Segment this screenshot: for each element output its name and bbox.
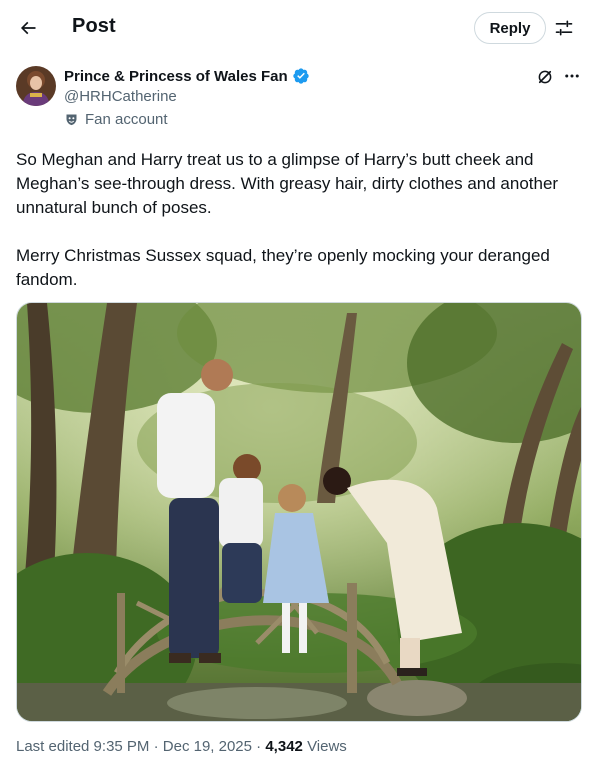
sliders-icon (555, 20, 573, 36)
tweet-photo[interactable] (16, 302, 582, 722)
arrow-left-icon (20, 21, 36, 35)
views-count[interactable]: 4,342 (265, 738, 303, 755)
back-button[interactable] (12, 10, 44, 46)
author-handle[interactable]: @HRHCatherine (64, 88, 177, 105)
tweet-paragraph-1: So Meghan and Harry treat us to a glimps… (16, 150, 559, 217)
meta-separator: · (149, 738, 163, 755)
grok-icon (538, 70, 552, 84)
views-label: Views (307, 738, 347, 755)
author-name[interactable]: Prince & Princess of Wales Fan (64, 67, 310, 85)
adjust-button[interactable] (552, 16, 576, 40)
verified-badge-icon (292, 67, 310, 85)
reply-button[interactable]: Reply (474, 12, 546, 44)
grok-button[interactable] (535, 67, 555, 87)
photo-image (17, 303, 581, 721)
tweet-paragraph-2: Merry Christmas Sussex squad, they’re op… (16, 246, 550, 289)
post-meta: Last edited 9:35 PM · Dec 19, 2025 · 4,3… (16, 738, 347, 755)
meta-separator-2: · (252, 738, 266, 755)
mask-icon (64, 112, 79, 127)
top-bar: Post Reply (0, 0, 594, 56)
author-name-text: Prince & Princess of Wales Fan (64, 67, 288, 85)
page-title: Post (72, 15, 116, 37)
tweet-text: So Meghan and Harry treat us to a glimps… (16, 148, 578, 292)
avatar[interactable] (16, 66, 56, 106)
post-date[interactable]: Dec 19, 2025 (163, 738, 252, 755)
more-button[interactable] (562, 66, 582, 86)
more-icon (565, 74, 579, 78)
edited-time[interactable]: Last edited 9:35 PM (16, 738, 149, 755)
account-label-row: Fan account (64, 111, 168, 128)
account-label: Fan account (85, 111, 168, 128)
avatar-image (16, 66, 56, 106)
